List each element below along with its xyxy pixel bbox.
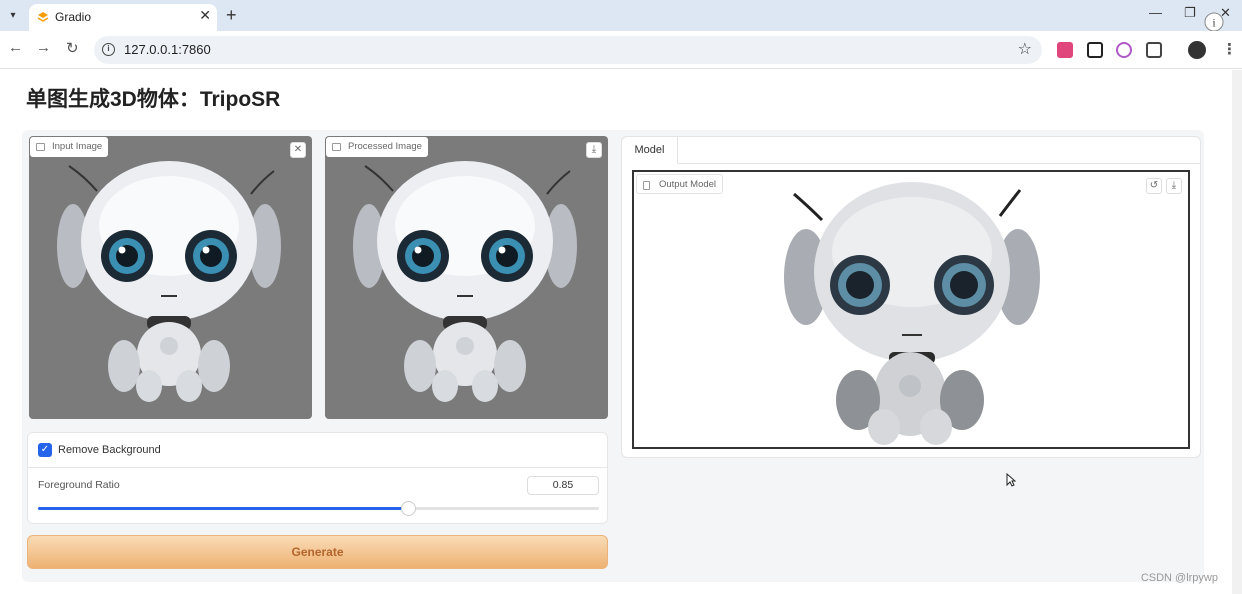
extension-translate-icon[interactable] — [1057, 42, 1073, 58]
remove-background-checkbox[interactable]: ✓ — [38, 443, 52, 457]
checkmark-icon: ✓ — [40, 444, 50, 455]
foreground-ratio-label: Foreground Ratio — [38, 479, 120, 491]
tab-divider — [678, 163, 1200, 164]
minimize-icon[interactable]: — — [1149, 5, 1162, 20]
generate-button[interactable]: Generate — [27, 535, 608, 569]
input-image-label-text: Input Image — [52, 141, 103, 152]
info-bubble-icon[interactable]: i — [1204, 12, 1224, 32]
extension-openai-icon[interactable] — [1116, 42, 1132, 58]
image-icon — [36, 143, 45, 151]
tab-search-button[interactable]: ▾ — [4, 6, 22, 24]
output-model-label-text: Output Model — [659, 179, 717, 190]
page: 单图生成3D物体：TripoSR Input Image ✕ Processed… — [0, 70, 1232, 594]
remove-background-label: Remove Background — [58, 444, 161, 456]
browser-tab-bar: ▾ Gradio ✕ + — ❐ ✕ i — [0, 0, 1242, 32]
restore-icon[interactable]: ❐ — [1184, 5, 1196, 21]
bookmark-star-icon[interactable]: ☆ — [1018, 39, 1032, 59]
processed-image-label-text: Processed Image — [348, 141, 422, 152]
close-icon[interactable]: ✕ — [199, 7, 211, 24]
model-block: Model Output Model ↺ ⤓ — [621, 136, 1201, 458]
image-icon — [332, 143, 341, 151]
extensions-puzzle-icon[interactable] — [1146, 42, 1162, 58]
profile-avatar[interactable] — [1188, 41, 1206, 59]
url-text: 127.0.0.1:7860 — [124, 42, 211, 57]
site-info-icon[interactable]: i — [102, 43, 115, 56]
mouse-cursor-icon — [1006, 473, 1016, 487]
options-panel: ✓ Remove Background Foreground Ratio 0.8… — [27, 432, 608, 524]
reload-icon[interactable]: ↻ — [66, 39, 79, 57]
gradio-app: Input Image ✕ Processed Image ⤓ Model Ou… — [22, 130, 1204, 582]
close-icon[interactable]: ✕ — [290, 142, 306, 158]
input-image-label: Input Image — [30, 137, 109, 157]
foreground-ratio-slider[interactable] — [38, 501, 599, 516]
new-tab-icon[interactable]: + — [226, 5, 237, 26]
undo-icon[interactable]: ↺ — [1146, 178, 1162, 194]
foreground-ratio-input[interactable]: 0.85 — [527, 476, 599, 495]
gradio-favicon-icon — [37, 12, 49, 22]
slider-fill — [38, 507, 409, 510]
browser-toolbar: ← → ↻ i 127.0.0.1:7860 ☆ ⋮ — [0, 31, 1242, 69]
robot-3d-model — [784, 182, 1040, 445]
page-title: 单图生成3D物体：TripoSR — [26, 88, 281, 111]
tab-title: Gradio — [55, 10, 92, 24]
slider-thumb[interactable] — [401, 501, 417, 516]
processed-image-label: Processed Image — [326, 137, 428, 157]
file-icon — [643, 181, 650, 190]
download-icon[interactable]: ⤓ — [586, 142, 602, 158]
watermark: CSDN @lrpywp — [1140, 572, 1218, 584]
processed-image-panel: Processed Image ⤓ — [325, 136, 608, 419]
tab-model[interactable]: Model — [622, 137, 678, 164]
output-model-viewer[interactable]: Output Model ↺ ⤓ — [632, 170, 1190, 449]
forward-arrow-icon[interactable]: → — [36, 39, 51, 56]
download-icon[interactable]: ⤓ — [1166, 178, 1182, 194]
options-divider — [28, 467, 607, 468]
scrollbar[interactable] — [1232, 70, 1242, 594]
input-image-panel[interactable]: Input Image ✕ — [29, 136, 312, 419]
address-bar[interactable]: i 127.0.0.1:7860 ☆ — [94, 36, 1042, 64]
back-arrow-icon[interactable]: ← — [8, 39, 23, 56]
robot-processed-image — [353, 161, 577, 402]
chevron-down-icon: ▾ — [10, 9, 16, 21]
browser-menu-icon[interactable]: ⋮ — [1222, 40, 1237, 58]
browser-tab[interactable]: Gradio ✕ — [29, 4, 217, 31]
robot-input-image — [57, 161, 281, 402]
output-model-label: Output Model — [636, 174, 724, 194]
extension-notion-icon[interactable] — [1087, 42, 1103, 58]
